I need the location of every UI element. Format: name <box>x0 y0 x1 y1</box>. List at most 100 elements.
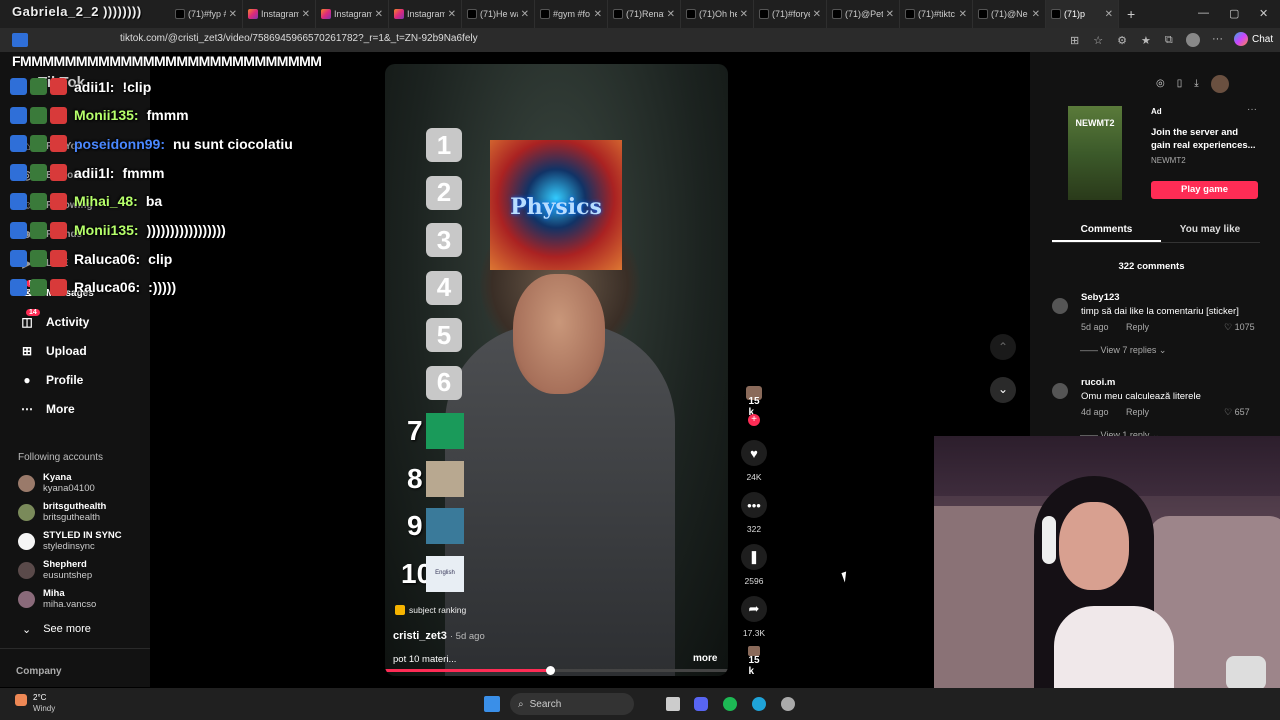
subject-ranking-tag[interactable]: subject ranking <box>395 605 466 615</box>
favorites-icon[interactable]: ★ <box>1141 34 1151 47</box>
play-game-button[interactable]: Play game <box>1151 181 1258 199</box>
comment-user[interactable]: Seby123 <box>1081 292 1120 303</box>
comment-like[interactable]: ♡ 657 <box>1224 407 1250 418</box>
close-window-icon[interactable]: ✕ <box>1259 7 1268 20</box>
chat-badge-icon <box>30 192 47 210</box>
bookmark-star-icon[interactable]: ☆ <box>1093 34 1103 47</box>
following-account[interactable]: Shepherd eusuntshep <box>18 559 92 581</box>
video-player[interactable]: Physics 1 2 3 4 5 6 7 8 9 10 English subject ranki… <box>385 64 728 676</box>
close-tab-icon[interactable]: ✕ <box>1105 9 1113 20</box>
edge-icon[interactable] <box>752 697 766 711</box>
phone-icon[interactable]: ▯ <box>1177 78 1183 93</box>
previous-video-button[interactable]: ⌃ <box>990 334 1016 360</box>
close-tab-icon[interactable]: ✕ <box>302 9 310 20</box>
install-icon[interactable]: ⊞ <box>1070 34 1079 47</box>
browser-tab[interactable]: (71)He wa ✕ <box>462 0 535 28</box>
browser-tab[interactable]: Instagram ✕ <box>389 0 462 28</box>
copilot-chat-button[interactable]: Chat <box>1234 32 1273 46</box>
minimize-icon[interactable]: — <box>1198 7 1209 19</box>
close-tab-icon[interactable]: ✕ <box>740 9 748 20</box>
taskbar-search[interactable]: ⌕ Search <box>510 693 634 715</box>
progress-handle[interactable] <box>545 666 555 675</box>
user-avatar[interactable] <box>1210 75 1229 93</box>
sidebar-item-upload[interactable]: ⊞ Upload <box>20 344 87 358</box>
sidebar-item-more[interactable]: ⋯ More <box>20 402 75 416</box>
spotify-icon[interactable] <box>723 697 737 711</box>
close-tab-icon[interactable]: ✕ <box>375 9 383 20</box>
sidebar-item-activity[interactable]: ◫ 14 Activity <box>20 309 89 329</box>
browser-tab[interactable]: (71)@Peti ✕ <box>827 0 900 28</box>
chat-username[interactable]: Monii135: <box>74 107 139 123</box>
browser-tab[interactable]: (71)Oh he ✕ <box>681 0 754 28</box>
extensions-icon[interactable]: ⚙ <box>1117 34 1127 47</box>
browser-tab[interactable]: (71)#fyp # ✕ <box>170 0 243 28</box>
caption-more-link[interactable]: more <box>693 653 717 664</box>
avatar[interactable] <box>1052 383 1068 399</box>
share-icon[interactable]: ➦ <box>741 596 767 622</box>
follow-plus-icon[interactable]: + <box>748 414 760 426</box>
ad-thumbnail[interactable]: NEWMT2 <box>1068 106 1122 200</box>
url-field[interactable]: tiktok.com/@cristi_zet3/video/7586945966… <box>120 33 478 44</box>
chat-username[interactable]: poseidonn99: <box>74 136 165 152</box>
chat-username[interactable]: adii1l: <box>74 79 114 95</box>
company-link[interactable]: Company <box>16 666 62 677</box>
comment-user[interactable]: rucoi.m <box>1081 377 1115 388</box>
new-tab-icon[interactable]: + <box>1127 6 1135 22</box>
reply-button[interactable]: Reply <box>1126 322 1149 332</box>
close-tab-icon[interactable]: ✕ <box>594 9 602 20</box>
browser-tab[interactable]: #gym #fo ✕ <box>535 0 608 28</box>
download-icon[interactable]: ⤓ <box>1194 78 1198 93</box>
video-author[interactable]: cristi_zet3 · 5d ago <box>393 630 485 642</box>
following-account[interactable]: STYLED IN SYNC styledinsync <box>18 530 122 552</box>
discord-icon[interactable] <box>694 697 708 711</box>
view-replies-button[interactable]: —— View 7 replies ⌄ <box>1080 345 1166 356</box>
collections-icon[interactable]: ⧉ <box>1165 34 1173 47</box>
browser-tab[interactable]: (71)@Ne ✕ <box>973 0 1046 28</box>
following-account[interactable]: Kyana kyana04100 <box>18 472 95 494</box>
browser-tab[interactable]: (71)#forye ✕ <box>754 0 827 28</box>
ad-more-icon[interactable]: ··· <box>1247 104 1257 115</box>
browser-tab[interactable]: Instagram ✕ <box>243 0 316 28</box>
heart-icon[interactable]: ♥ <box>741 440 767 466</box>
following-account[interactable]: britsguthealth britsguthealth <box>18 501 106 523</box>
close-tab-icon[interactable]: ✕ <box>886 9 894 20</box>
maximize-icon[interactable]: ▢ <box>1229 7 1239 20</box>
browser-tab[interactable]: Instagram ✕ <box>316 0 389 28</box>
file-explorer-icon[interactable] <box>666 697 680 711</box>
person-face <box>513 274 605 394</box>
tab-comments[interactable]: Comments <box>1052 224 1161 235</box>
close-tab-icon[interactable]: ✕ <box>959 9 967 20</box>
comment-icon[interactable]: ••• <box>741 492 767 518</box>
tag-icon <box>395 605 405 615</box>
avatar[interactable] <box>1052 298 1068 314</box>
tab-you-may-like[interactable]: You may like <box>1160 224 1260 235</box>
settings-icon[interactable] <box>781 697 795 711</box>
windows-start-icon[interactable] <box>484 696 500 712</box>
menu-dots-icon[interactable]: ··· <box>1212 33 1223 45</box>
chat-username[interactable]: Raluca06: <box>74 251 140 267</box>
close-tab-icon[interactable]: ✕ <box>1032 9 1040 20</box>
progress-track[interactable] <box>385 669 728 672</box>
chat-username[interactable]: Mihai_48: <box>74 193 138 209</box>
close-tab-icon[interactable]: ✕ <box>667 9 675 20</box>
bookmark-icon[interactable]: ❚ <box>741 544 767 570</box>
see-more-button[interactable]: ⌄ See more <box>22 623 91 636</box>
browser-tab[interactable]: (71)#tiktc ✕ <box>900 0 973 28</box>
browser-tab[interactable]: (71)Renat ✕ <box>608 0 681 28</box>
comment-like[interactable]: ♡ 1075 <box>1224 322 1255 333</box>
next-video-button[interactable]: ⌄ <box>990 377 1016 403</box>
save-count: 2596 <box>744 576 764 586</box>
chat-username[interactable]: Monii135: <box>74 222 139 238</box>
profile-avatar[interactable] <box>1186 33 1200 47</box>
close-tab-icon[interactable]: ✕ <box>521 9 529 20</box>
chat-username[interactable]: Raluca06: <box>74 279 140 295</box>
browser-tab[interactable]: (71)p ✕ <box>1046 0 1119 28</box>
close-tab-icon[interactable]: ✕ <box>229 9 237 20</box>
sidebar-item-profile[interactable]: ● Profile <box>20 373 83 387</box>
compass-icon[interactable]: ◎ <box>1156 78 1165 93</box>
close-tab-icon[interactable]: ✕ <box>448 9 456 20</box>
chat-username[interactable]: adii1l: <box>74 165 114 181</box>
reply-button[interactable]: Reply <box>1126 407 1149 417</box>
following-account[interactable]: Miha miha.vancso <box>18 588 96 610</box>
close-tab-icon[interactable]: ✕ <box>813 9 821 20</box>
